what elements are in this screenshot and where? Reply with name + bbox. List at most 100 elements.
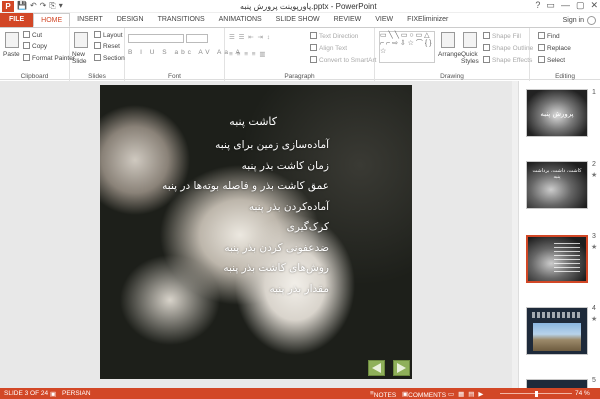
strikethrough-button[interactable]: abc [174, 49, 193, 56]
arrange-icon[interactable] [441, 32, 455, 48]
slide-title[interactable]: کاشت پنبه [229, 115, 277, 128]
avatar[interactable] [587, 16, 596, 25]
tab-fixeliminizer[interactable]: FIXEliminizer [400, 13, 455, 27]
list-item[interactable]: روش‌های کاشت بذر پنبه [109, 258, 329, 279]
italic-button[interactable]: I [140, 49, 145, 56]
quick-styles-button[interactable]: Quick Styles [461, 51, 483, 65]
ribbon-display-icon[interactable]: ▭ [546, 0, 555, 11]
next-slide-button[interactable] [393, 360, 410, 376]
quick-styles-icon[interactable] [463, 32, 477, 48]
drawing-group-label: Drawing [440, 73, 464, 80]
window-controls: ? ▭ — ▢ ✕ [535, 0, 598, 11]
customize-qat-icon[interactable]: ▾ [59, 1, 63, 11]
slide-thumbnail-3[interactable] [526, 235, 588, 283]
paste-icon[interactable] [5, 32, 19, 48]
replace-button[interactable]: Replace [538, 44, 571, 52]
select-button[interactable]: Select [538, 56, 565, 64]
align-text-label: Align Text [319, 45, 348, 52]
tab-review[interactable]: REVIEW [327, 13, 369, 27]
convert-smartart-button[interactable]: Convert to SmartArt [310, 56, 376, 64]
shapes-gallery[interactable]: ▭ ╲ ╲ ▭ ○ ▭ △ ⌐ ⌐ ⇨ ⇩ ☆ ⌒ { } ☆ [379, 31, 435, 63]
font-group: B I U S abc AV Aa A Font [125, 28, 240, 81]
zoom-level[interactable]: 74 % [575, 390, 590, 397]
thumbnail-photo [533, 323, 581, 351]
align-text-icon [310, 44, 317, 51]
undo-icon[interactable]: ↶ [30, 1, 37, 11]
shape-effects-button[interactable]: Shape Effects [483, 56, 532, 64]
comments-button[interactable]: ▣ COMMENTS [402, 390, 446, 399]
redo-icon[interactable]: ↷ [40, 1, 47, 11]
slide-thumbnail-panel[interactable]: پرورش پنبه 1 کاشت، داشت، برداشت پنبه 2 ★… [518, 81, 600, 391]
layout-icon [94, 31, 101, 38]
help-icon[interactable]: ? [535, 0, 540, 11]
start-slideshow-icon[interactable]: ⎘ [49, 1, 55, 11]
brush-icon [23, 54, 30, 61]
spelling-icon[interactable]: ▣ [50, 390, 56, 398]
cut-button[interactable]: Cut [23, 31, 42, 39]
tab-insert[interactable]: INSERT [70, 13, 110, 27]
slide-editor[interactable]: کاشت پنبه آماده‌سازی زمین برای پنبه زمان… [0, 81, 518, 388]
sign-in-label[interactable]: Sign in [563, 17, 584, 24]
current-slide[interactable]: کاشت پنبه آماده‌سازی زمین برای پنبه زمان… [100, 85, 412, 379]
slide-thumbnail-1[interactable]: پرورش پنبه [526, 89, 588, 137]
slide-counter: SLIDE 3 OF 24 [4, 390, 49, 397]
tab-slide-show[interactable]: SLIDE SHOW [269, 13, 327, 27]
arrange-button[interactable]: Arrange [438, 51, 461, 58]
animation-star-icon: ★ [591, 244, 598, 251]
previous-slide-button[interactable] [368, 360, 385, 376]
reset-label: Reset [103, 43, 120, 50]
zoom-slider-thumb[interactable] [535, 391, 538, 397]
tab-home[interactable]: HOME [33, 13, 71, 27]
text-direction-button[interactable]: Text Direction [310, 32, 358, 40]
section-button[interactable]: Section [94, 54, 125, 62]
tab-animations[interactable]: ANIMATIONS [212, 13, 269, 27]
find-button[interactable]: Find [538, 32, 560, 40]
drawing-group: ▭ ╲ ╲ ▭ ○ ▭ △ ⌐ ⌐ ⇨ ⇩ ☆ ⌒ { } ☆ Arrange … [375, 28, 533, 81]
copy-button[interactable]: Copy [23, 42, 47, 50]
layout-button[interactable]: Layout [94, 31, 123, 39]
list-item[interactable]: مقدار بذر پنبه [109, 279, 329, 300]
list-item[interactable]: عمق کاشت بذر و فاصله بوته‌ها در پنبه [109, 176, 329, 197]
slide-thumbnail-2[interactable]: کاشت، داشت، برداشت پنبه [526, 161, 588, 209]
sign-in[interactable]: Sign in [563, 16, 596, 25]
slide-thumbnail-4[interactable] [526, 307, 588, 355]
slide-bullet-list[interactable]: آماده‌سازی زمین برای پنبه زمان کاشت بذر … [109, 135, 329, 299]
shape-fill-button[interactable]: Shape Fill [483, 32, 521, 40]
format-painter-button[interactable]: Format Painter [23, 54, 75, 62]
new-slide-icon[interactable] [74, 32, 88, 48]
notes-button[interactable]: ≡ NOTES [370, 390, 396, 399]
tab-design[interactable]: DESIGN [110, 13, 151, 27]
list-item[interactable]: ضدعفونی کردن بذر پنبه [109, 238, 329, 259]
close-icon[interactable]: ✕ [590, 0, 598, 11]
font-name-combo[interactable] [128, 34, 184, 43]
align-buttons[interactable]: ≡ ≡ ≡ ≡ ▥ [229, 50, 267, 58]
shadow-button[interactable]: S [162, 49, 169, 56]
bold-button[interactable]: B [128, 49, 135, 56]
char-spacing-button[interactable]: AV [198, 49, 212, 56]
tab-file[interactable]: FILE [0, 13, 34, 27]
maximize-icon[interactable]: ▢ [576, 0, 585, 11]
underline-button[interactable]: U [150, 49, 158, 56]
tab-view[interactable]: VIEW [368, 13, 400, 27]
align-text-button[interactable]: Align Text [310, 44, 347, 52]
new-slide-button[interactable]: New Slide [72, 51, 94, 65]
tab-transitions[interactable]: TRANSITIONS [151, 13, 212, 27]
select-label: Select [547, 57, 566, 64]
slides-group-label: Slides [88, 73, 106, 80]
paste-button[interactable]: Paste [3, 51, 20, 58]
list-item[interactable]: زمان کاشت بذر پنبه [109, 156, 329, 177]
list-item[interactable]: کرک‌گیری [109, 217, 329, 238]
list-buttons[interactable]: ☰ ☰ ⇤ ⇥ ↕ [229, 33, 271, 41]
save-icon[interactable]: 💾 [17, 1, 27, 11]
minimize-icon[interactable]: — [561, 0, 570, 11]
view-buttons[interactable]: ▭▦▤▶ [448, 390, 487, 398]
language-indicator[interactable]: PERSIAN [62, 390, 91, 397]
list-item[interactable]: آماده‌سازی زمین برای پنبه [109, 135, 329, 156]
list-item[interactable]: آماده‌کردن بذر پنبه [109, 197, 329, 218]
shape-outline-button[interactable]: Shape Outline [483, 44, 533, 52]
format-painter-label: Format Painter [32, 55, 75, 62]
font-size-combo[interactable] [186, 34, 208, 43]
fill-icon [483, 32, 490, 39]
animation-star-icon: ★ [591, 316, 598, 323]
reset-button[interactable]: Reset [94, 42, 120, 50]
